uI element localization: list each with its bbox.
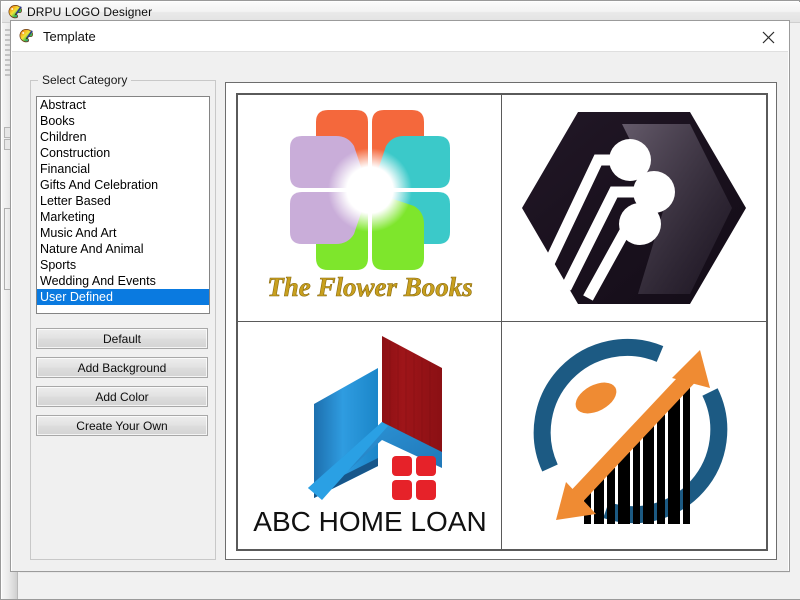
category-listbox[interactable]: Abstract Books Children Construction Financi… (36, 96, 210, 314)
add-color-button[interactable]: Add Color (36, 386, 208, 407)
flower-books-caption: The Flower Books (267, 272, 473, 302)
abc-home-loan-logo: ABC HOME LOAN (253, 335, 486, 537)
template-cell-barchart-arrow[interactable] (502, 322, 766, 549)
app-root: DRPU LOGO Designer Template Select Categ… (0, 0, 800, 600)
dialog-title: Template (43, 28, 96, 44)
barchart-arrow-logo (533, 338, 728, 524)
dialog-titlebar: Template (11, 21, 789, 51)
category-list-item[interactable]: Marketing (37, 209, 209, 225)
category-list-item[interactable]: Children (37, 129, 209, 145)
category-list-item[interactable]: Letter Based (37, 193, 209, 209)
template-cell-abc-home-loan[interactable]: ABC HOME LOAN (238, 322, 502, 549)
default-button[interactable]: Default (36, 328, 208, 349)
create-your-own-button-label: Create Your Own (76, 418, 168, 433)
category-list-item[interactable]: User Defined (37, 289, 209, 305)
category-list-item[interactable]: Construction (37, 145, 209, 161)
flower-books-logo: The Flower Books (266, 110, 473, 302)
default-button-label: Default (102, 331, 142, 346)
add-background-button[interactable]: Add Background (36, 357, 208, 378)
abc-home-loan-caption: ABC HOME LOAN (253, 506, 486, 537)
category-list-item[interactable]: Gifts And Celebration (37, 177, 209, 193)
category-list-item[interactable]: Music And Art (37, 225, 209, 241)
template-cell-hexagon-circuit[interactable] (502, 95, 766, 322)
add-color-button-label: Add Color (95, 389, 149, 404)
create-your-own-button[interactable]: Create Your Own (36, 415, 208, 436)
category-list-item[interactable]: Abstract (37, 97, 209, 113)
palette-brush-icon (7, 4, 23, 20)
template-cell-flower-books[interactable]: The Flower Books (238, 95, 502, 322)
template-grid: The Flower Books ABC HOME LOAN (236, 93, 768, 551)
category-list-item[interactable]: Nature And Animal (37, 241, 209, 257)
close-icon (762, 31, 774, 43)
add-background-button-label: Add Background (77, 360, 167, 375)
hexagon-circuit-logo (522, 112, 746, 304)
category-list-item[interactable]: Books (37, 113, 209, 129)
template-dialog: Template Select Category Abstract Books Ch… (10, 20, 790, 572)
background-divider-highlight (20, 572, 790, 573)
category-list-item[interactable]: Sports (37, 257, 209, 273)
dialog-client-area: Select Category Abstract Books Children Con… (12, 51, 788, 571)
palette-brush-icon (18, 28, 34, 44)
template-preview-panel: The Flower Books ABC HOME LOAN (225, 82, 777, 560)
select-category-label: Select Category (38, 73, 132, 87)
category-list-item[interactable]: Financial (37, 161, 209, 177)
category-list-item[interactable]: Wedding And Events (37, 273, 209, 289)
background-window-title: DRPU LOGO Designer (27, 5, 153, 19)
close-button[interactable] (753, 26, 783, 48)
